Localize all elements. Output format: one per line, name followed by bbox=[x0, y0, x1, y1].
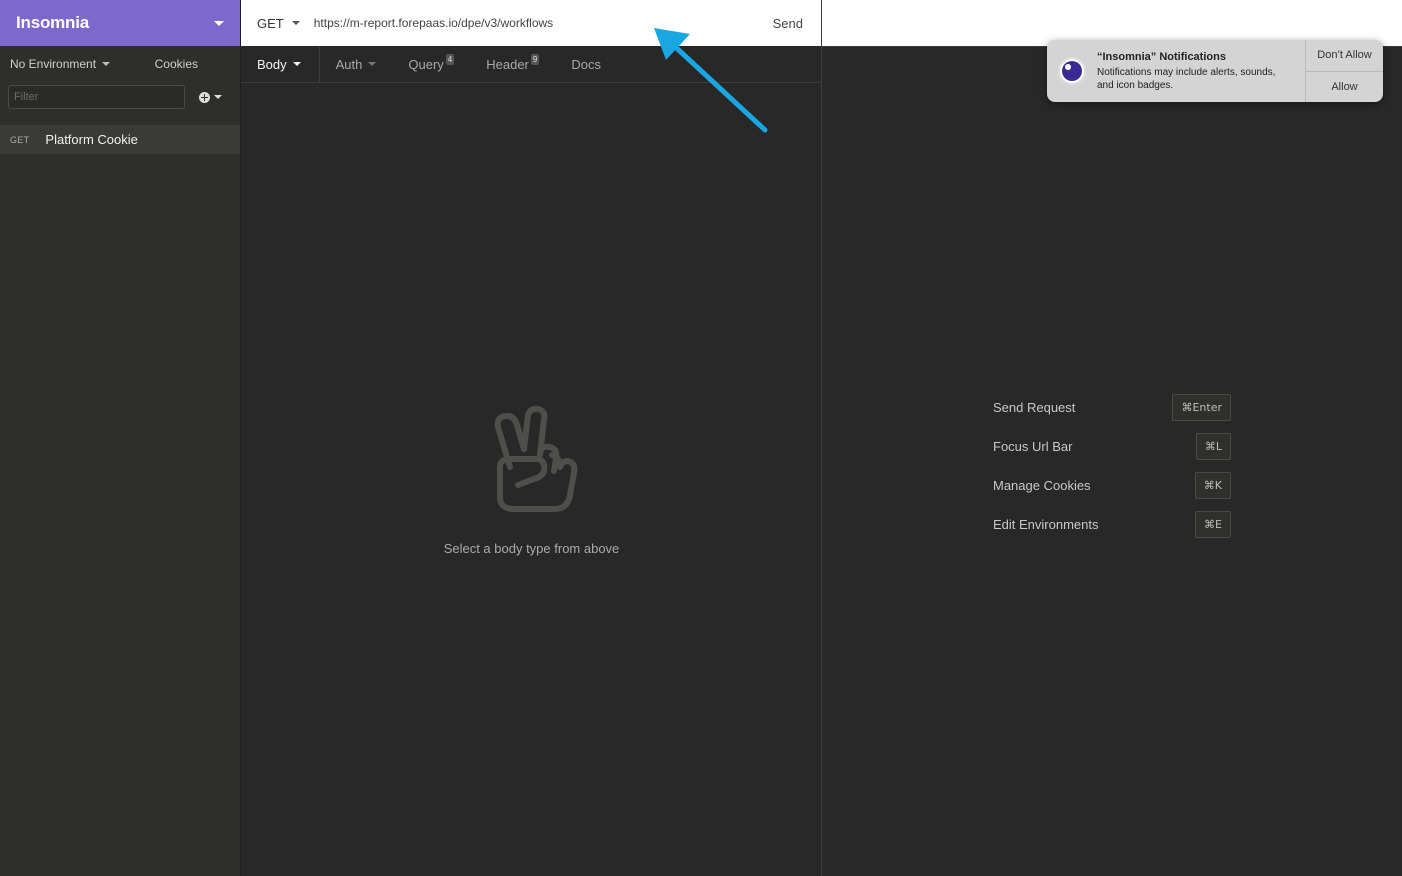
sidebar-request-item[interactable]: GET Platform Cookie bbox=[0, 125, 240, 154]
workspace-dropdown[interactable]: Insomnia bbox=[0, 0, 240, 46]
shortcut-label: Edit Environments bbox=[993, 517, 1099, 532]
system-notification: “Insomnia” Notifications Notifications m… bbox=[1047, 40, 1383, 102]
shortcut-key: ⌘K bbox=[1194, 472, 1231, 499]
shortcut-label: Send Request bbox=[993, 400, 1076, 415]
peace-hand-icon bbox=[494, 405, 577, 512]
notification-text: “Insomnia” Notifications Notifications m… bbox=[1097, 51, 1277, 92]
empty-state-message: Select a body type from above bbox=[443, 541, 620, 556]
environment-row: No Environment Cookies bbox=[0, 46, 240, 82]
count-badge: 9 bbox=[530, 53, 540, 65]
shortcut-key: ⌘E bbox=[1195, 511, 1231, 538]
workspace-title: Insomnia bbox=[16, 13, 90, 32]
chevron-down-icon bbox=[291, 21, 300, 25]
shortcut-key: ⌘Enter bbox=[1172, 394, 1231, 421]
insomnia-app-icon bbox=[1058, 57, 1086, 85]
allow-button[interactable]: Allow bbox=[1306, 70, 1383, 103]
filter-row bbox=[0, 82, 240, 112]
shortcut-row: Manage Cookies ⌘K bbox=[993, 466, 1231, 505]
environment-dropdown[interactable]: No Environment bbox=[10, 57, 111, 71]
insomnia-app: Insomnia No Environment Cookies GET Plat… bbox=[0, 0, 1402, 876]
shortcut-row: Edit Environments ⌘E bbox=[993, 505, 1231, 544]
plus-circle-icon bbox=[199, 91, 210, 103]
shortcut-label: Manage Cookies bbox=[993, 478, 1091, 493]
body-empty-state: Select a body type from above bbox=[241, 405, 822, 556]
environment-label: No Environment bbox=[10, 57, 97, 71]
method-dropdown[interactable]: GET bbox=[257, 16, 300, 31]
shortcut-label: Focus Url Bar bbox=[993, 439, 1073, 454]
tab-label: Docs bbox=[571, 56, 601, 72]
notification-message: Notifications may include alerts, sounds… bbox=[1097, 66, 1276, 91]
tab-docs[interactable]: Docs bbox=[555, 46, 617, 82]
chevron-down-icon bbox=[102, 62, 111, 66]
count-badge: 4 bbox=[445, 53, 455, 65]
request-name: Platform Cookie bbox=[45, 132, 138, 147]
tab-label: Body bbox=[257, 56, 287, 72]
sidebar: Insomnia No Environment Cookies GET Plat… bbox=[0, 0, 241, 876]
dont-allow-button[interactable]: Don’t Allow bbox=[1306, 40, 1383, 71]
chevron-down-icon bbox=[214, 95, 222, 99]
tab-header[interactable]: Header 9 bbox=[470, 46, 555, 82]
filter-input[interactable] bbox=[8, 85, 185, 109]
chevron-down-icon bbox=[214, 20, 224, 26]
shortcut-row: Send Request ⌘Enter bbox=[993, 388, 1231, 427]
tab-label: Query bbox=[408, 56, 444, 72]
notification-title: “Insomnia” Notifications bbox=[1097, 50, 1226, 63]
tab-label: Auth bbox=[335, 56, 363, 72]
tab-label: Header bbox=[486, 56, 529, 72]
shortcut-row: Focus Url Bar ⌘L bbox=[993, 427, 1231, 466]
add-request-button[interactable] bbox=[199, 91, 222, 103]
cookies-button[interactable]: Cookies bbox=[155, 57, 198, 71]
shortcut-key: ⌘L bbox=[1195, 433, 1231, 460]
app-icon-inner bbox=[1062, 61, 1082, 81]
tab-query[interactable]: Query 4 bbox=[392, 46, 470, 82]
tab-body[interactable]: Body bbox=[241, 46, 320, 82]
tab-auth[interactable]: Auth bbox=[320, 46, 393, 82]
chevron-down-icon bbox=[292, 62, 301, 66]
keyboard-shortcuts: Send Request ⌘Enter Focus Url Bar ⌘L Man… bbox=[993, 388, 1231, 544]
response-pane: Send Request ⌘Enter Focus Url Bar ⌘L Man… bbox=[822, 0, 1402, 876]
chevron-down-icon bbox=[368, 62, 377, 66]
annotation-arrow-icon bbox=[654, 28, 768, 133]
method-label: GET bbox=[257, 15, 284, 31]
notification-actions: Don’t Allow Allow bbox=[1305, 40, 1383, 102]
request-method-label: GET bbox=[10, 134, 30, 145]
notification-body[interactable]: “Insomnia” Notifications Notifications m… bbox=[1047, 40, 1305, 102]
